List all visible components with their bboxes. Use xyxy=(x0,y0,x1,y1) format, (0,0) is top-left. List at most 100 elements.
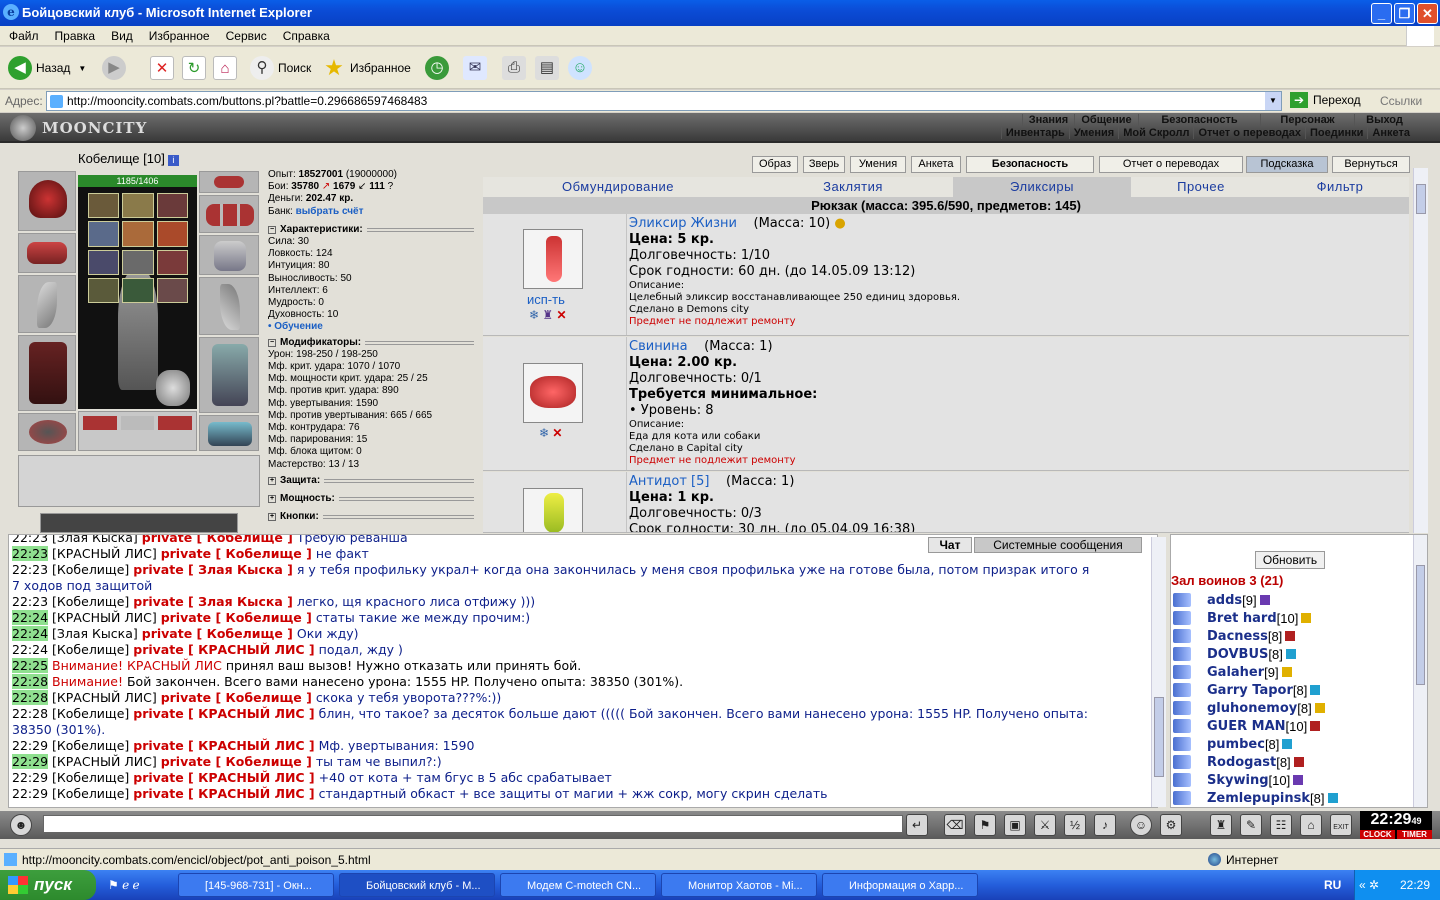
user-name[interactable]: adds xyxy=(1207,593,1242,608)
chat-nick[interactable]: КРАСНЫЙ ЛИС xyxy=(127,658,222,673)
user-name[interactable]: Zemlepupinsk xyxy=(1207,791,1310,806)
use-link[interactable]: исп-ть xyxy=(527,292,565,307)
chat-nick[interactable]: [Злая Кыска] xyxy=(52,626,138,641)
helmet-slot[interactable] xyxy=(18,171,76,231)
weapon-left-slot[interactable] xyxy=(18,275,76,333)
refresh-button[interactable]: Обновить xyxy=(1255,551,1325,569)
delete-icon[interactable]: ✕ xyxy=(552,426,562,440)
back-button[interactable]: ◀ Назад ▼ xyxy=(8,53,86,83)
link-character[interactable]: Персонаж xyxy=(1260,114,1354,126)
chat-timestamp[interactable]: 22:28 xyxy=(12,690,49,705)
gloves-slot[interactable] xyxy=(199,235,259,275)
pocket-slots[interactable] xyxy=(78,411,197,451)
bag-icon[interactable]: ♜ xyxy=(1210,814,1232,836)
link-inventory[interactable]: Инвентарь xyxy=(1000,127,1069,139)
mail-button[interactable]: ✉ xyxy=(463,53,491,83)
tab-filter[interactable]: Фильтр xyxy=(1271,177,1409,197)
private-arrow-icon[interactable] xyxy=(1173,755,1191,769)
user-row[interactable]: Skywing [10] xyxy=(1173,771,1304,789)
chat-private-tag[interactable]: private [ Злая Кыска ] xyxy=(133,594,293,609)
favorites-button[interactable]: ★ Избранное xyxy=(322,53,411,83)
snowflake-icon[interactable]: ❄ xyxy=(539,426,549,440)
chat-private-tag[interactable]: private [ Кобелище ] xyxy=(161,546,312,561)
training-link[interactable]: • Обучение xyxy=(268,321,478,333)
protection-header[interactable]: + Защита: xyxy=(268,475,478,487)
chat-private-tag[interactable]: private [ КРАСНЫЙ ЛИС ] xyxy=(133,786,314,801)
menu-help[interactable]: Справка xyxy=(274,26,337,43)
user-name[interactable]: Galaher xyxy=(1207,665,1264,680)
user-name[interactable]: GUER MAN xyxy=(1207,719,1286,734)
user-row[interactable]: pumbec [8] xyxy=(1173,735,1293,753)
link-security[interactable]: Безопасность xyxy=(1138,114,1260,126)
earring-slot[interactable] xyxy=(199,171,259,193)
link-skills[interactable]: Умения xyxy=(1068,127,1118,139)
chat-scrollbar[interactable] xyxy=(1151,537,1166,807)
chat-nick[interactable]: [Злая Кыска] xyxy=(52,535,138,545)
user-row[interactable]: Galaher [9] xyxy=(1173,663,1292,681)
chat-timestamp[interactable]: 22:24 xyxy=(12,626,49,641)
chat-private-tag[interactable]: private [ Кобелище ] xyxy=(142,626,293,641)
link-profile[interactable]: Анкета xyxy=(1367,127,1414,139)
info-badge-icon[interactable] xyxy=(1259,595,1270,605)
user-row[interactable]: DOVBUS [8] xyxy=(1173,645,1296,663)
item-name-link[interactable]: Эликсир Жизни xyxy=(629,216,737,231)
user-name[interactable]: Bret hard xyxy=(1207,611,1277,626)
weapon-right-slot[interactable] xyxy=(199,277,259,335)
transfer-report-button[interactable]: Отчет о переводах xyxy=(1099,156,1243,173)
smile-menu-icon[interactable]: ☻ xyxy=(10,814,32,836)
chat-timestamp[interactable]: 22:29 xyxy=(12,754,49,769)
chat-nick[interactable]: [КРАСНЫЙ ЛИС] xyxy=(52,754,157,769)
language-indicator[interactable]: RU xyxy=(1324,878,1341,892)
user-row[interactable]: Zemlepupinsk [8] xyxy=(1173,789,1338,807)
links-label[interactable]: Ссылки xyxy=(1380,94,1422,108)
security-button[interactable]: Безопасность xyxy=(966,156,1094,173)
chat-timestamp[interactable]: 22:23 xyxy=(12,594,48,609)
inventory-scrollbar[interactable] xyxy=(1413,168,1428,533)
start-button[interactable]: пуск xyxy=(0,870,96,900)
link-communication[interactable]: Общение xyxy=(1074,114,1138,126)
link-transfer-report[interactable]: Отчет о переводах xyxy=(1193,127,1305,139)
smiley-icon[interactable]: ☺ xyxy=(1130,814,1152,836)
bracers-slot[interactable] xyxy=(18,233,76,273)
info-badge-icon[interactable] xyxy=(1281,667,1292,677)
pet-button[interactable]: Зверь xyxy=(803,156,845,173)
link-exit[interactable]: Выход xyxy=(1354,114,1414,126)
private-arrow-icon[interactable] xyxy=(1173,719,1191,733)
info-badge-icon[interactable] xyxy=(1285,631,1296,641)
user-row[interactable]: GUER MAN [10] xyxy=(1173,717,1321,735)
chat-timestamp[interactable]: 22:23 xyxy=(12,562,48,577)
tab-elixirs[interactable]: Эликсиры xyxy=(953,177,1131,197)
users-scrollbar[interactable] xyxy=(1413,535,1427,807)
chat-private-tag[interactable]: private [ КРАСНЫЙ ЛИС ] xyxy=(133,706,314,721)
chat-private-tag[interactable]: private [ КРАСНЫЙ ЛИС ] xyxy=(133,738,314,753)
chat-nick[interactable]: [Кобелище] xyxy=(52,642,129,657)
private-arrow-icon[interactable] xyxy=(1173,773,1191,787)
close-button[interactable]: ✕ xyxy=(1417,3,1438,24)
user-name[interactable]: Garry Tapor xyxy=(1207,683,1293,698)
return-button[interactable]: Вернуться xyxy=(1332,156,1410,173)
address-dropdown-icon[interactable]: ▼ xyxy=(1265,92,1281,110)
armor-slot[interactable] xyxy=(18,335,76,411)
delete-icon[interactable]: ✕ xyxy=(557,308,567,322)
scroll-thumb[interactable] xyxy=(1416,184,1426,214)
maximize-button[interactable]: ❐ xyxy=(1394,3,1415,24)
info-badge-icon[interactable] xyxy=(1293,757,1304,767)
info-icon[interactable]: i xyxy=(167,155,179,166)
forward-button[interactable]: ▶ xyxy=(102,53,130,83)
exit-icon[interactable]: EXIT xyxy=(1330,814,1352,836)
drop-icon[interactable]: ♜ xyxy=(542,308,553,322)
chat-private-tag[interactable]: private [ Кобелище ] xyxy=(161,754,312,769)
stop-button[interactable]: ✕ xyxy=(150,53,178,83)
link-fights[interactable]: Поединки xyxy=(1305,127,1367,139)
chat-private-tag[interactable]: private [ КРАСНЫЙ ЛИС ] xyxy=(133,770,314,785)
send-icon[interactable]: ↵ xyxy=(906,814,928,836)
chat-timestamp[interactable]: 22:29 xyxy=(12,770,48,785)
minimize-button[interactable]: _ xyxy=(1371,3,1392,24)
snowflake-icon[interactable]: ❄ xyxy=(529,308,539,322)
info-badge-icon[interactable] xyxy=(1314,703,1325,713)
private-arrow-icon[interactable] xyxy=(1173,665,1191,679)
tab-spells[interactable]: Заклятия xyxy=(753,177,953,197)
scroll-icon[interactable]: ✎ xyxy=(1240,814,1262,836)
boots-slot[interactable] xyxy=(199,415,259,451)
task-button[interactable]: [145-968-731] - Окн... xyxy=(178,873,334,897)
